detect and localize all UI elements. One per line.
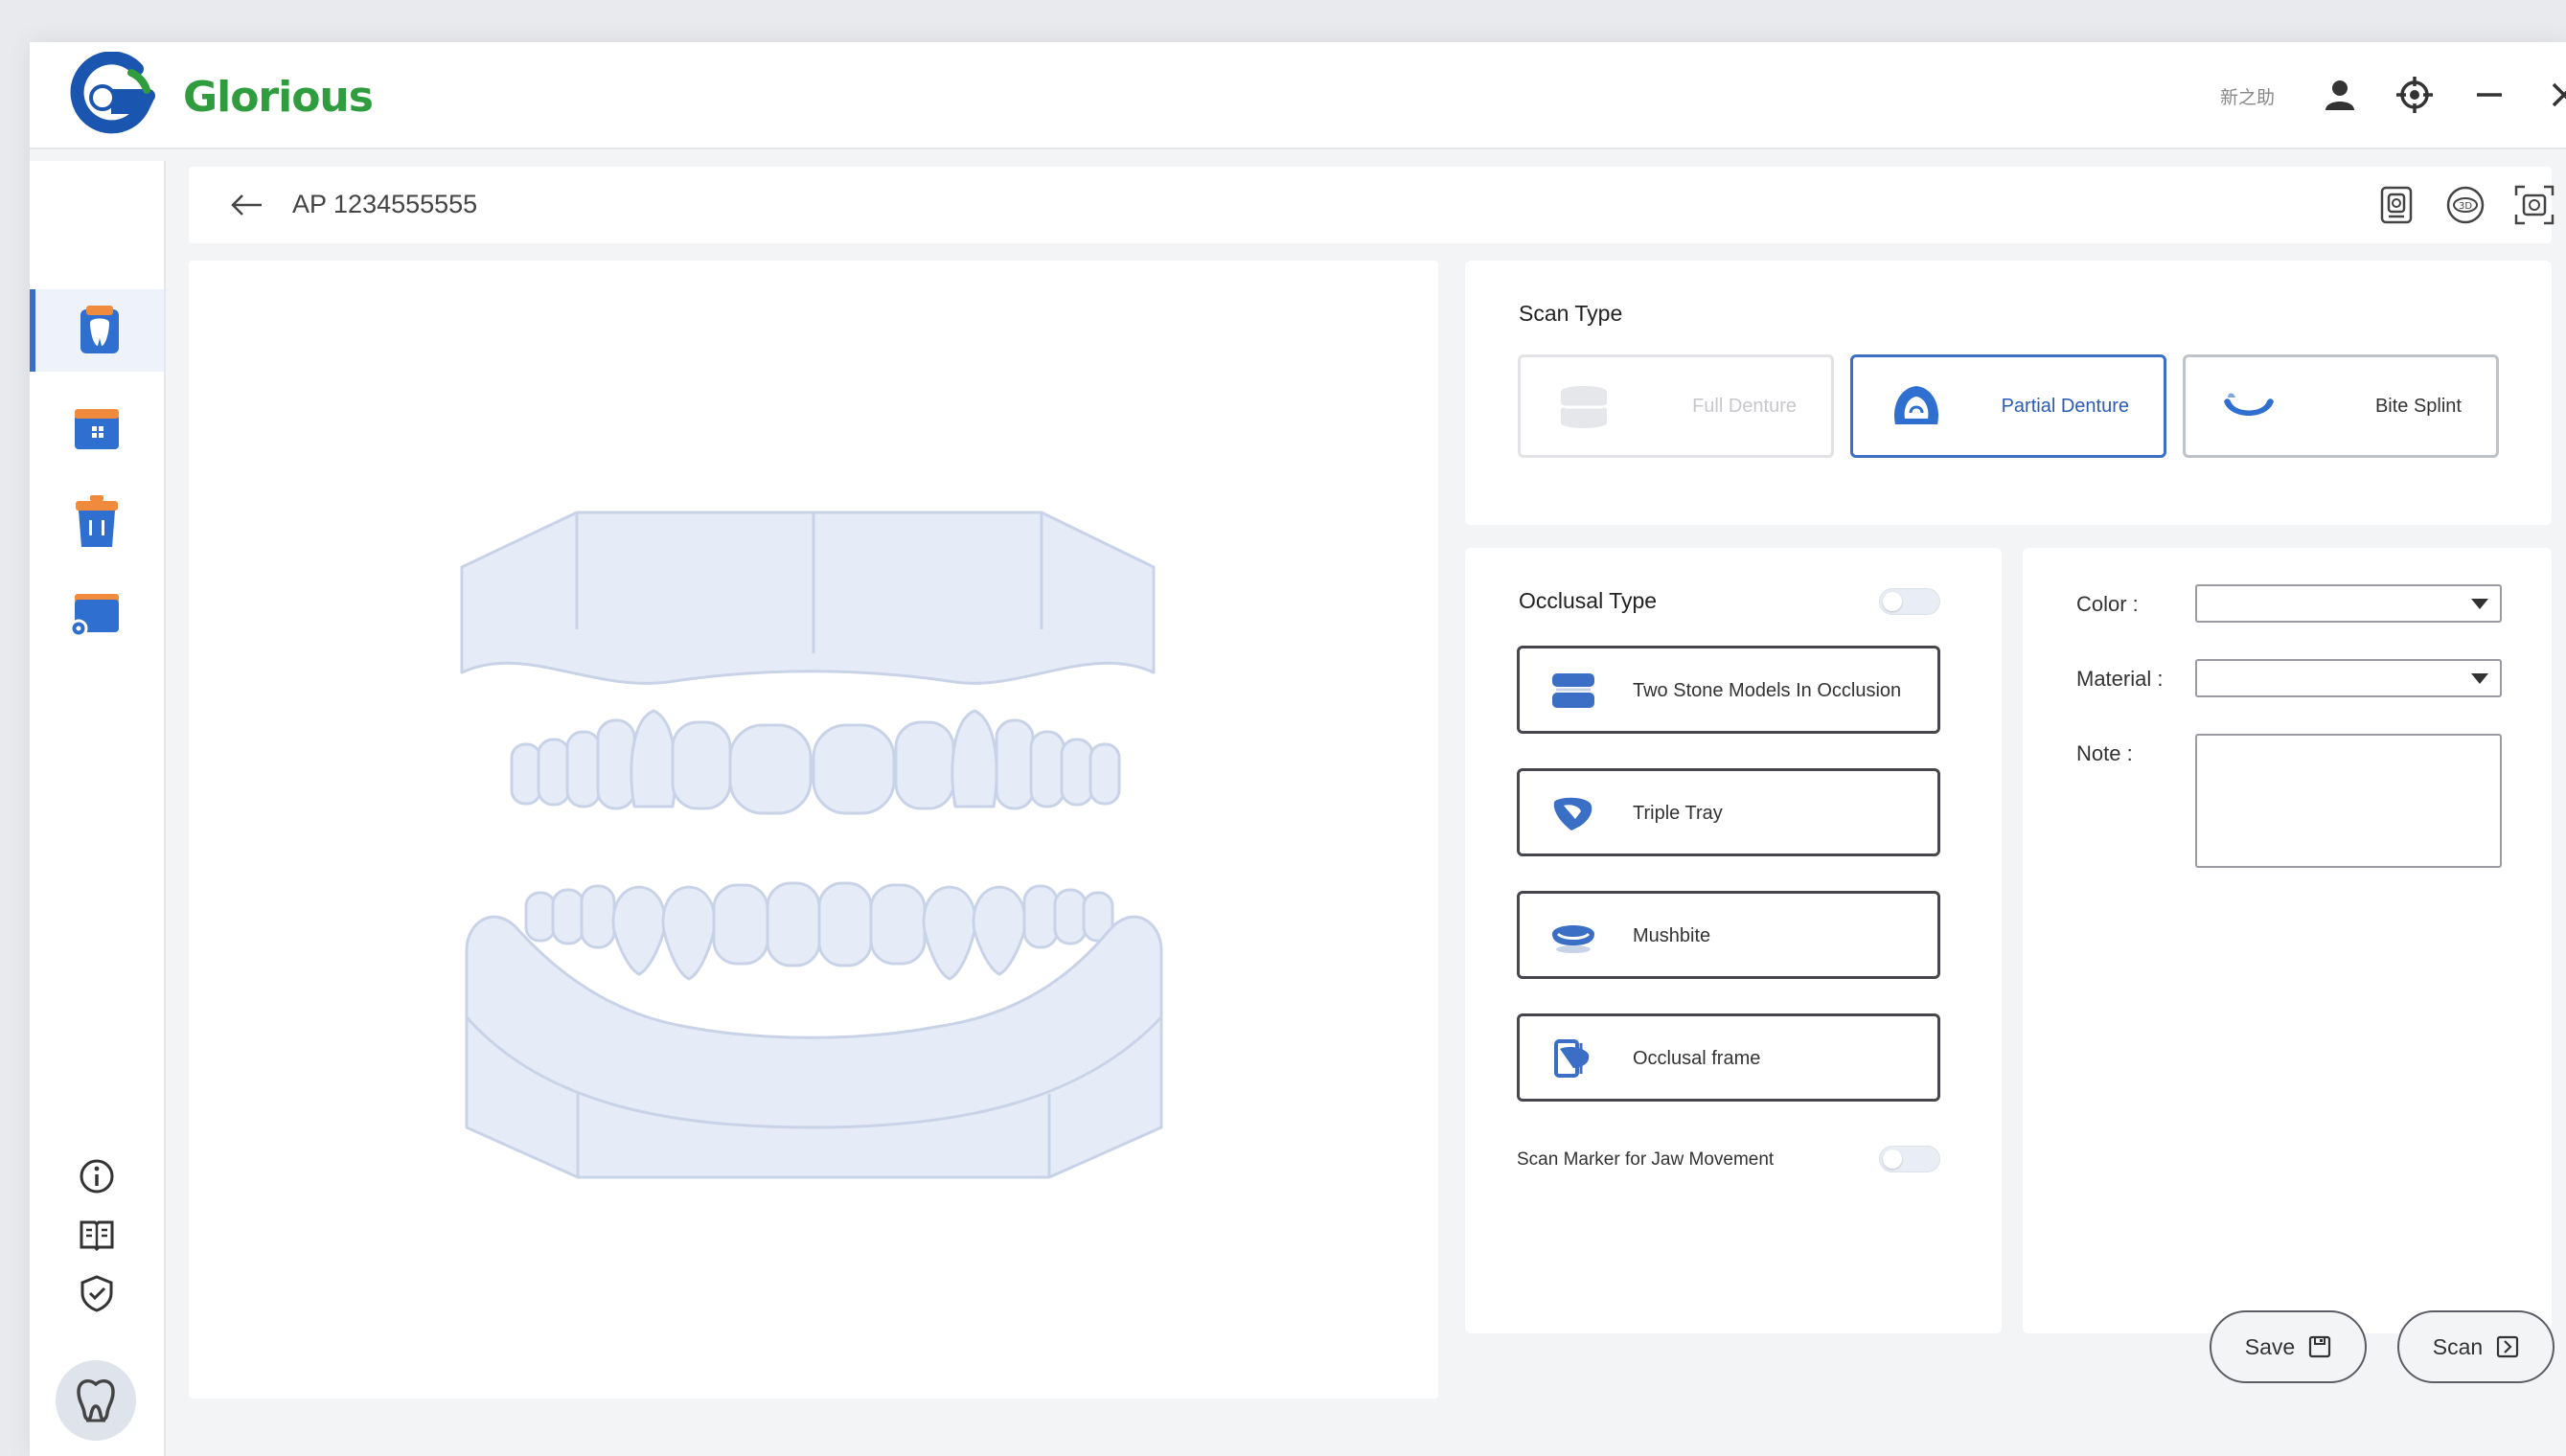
occlusal-option-label: Two Stone Models In Occlusion <box>1633 680 1902 701</box>
tooth-icon <box>77 1378 115 1422</box>
save-label: Save <box>2244 1333 2296 1359</box>
scan-type-label: Partial Denture <box>2001 396 2129 417</box>
info-button[interactable] <box>30 1151 164 1201</box>
occlusal-option-mushbite[interactable]: Mushbite <box>1517 891 1940 979</box>
scan-label: Scan <box>2432 1333 2484 1359</box>
occlusal-frame-icon <box>1554 1039 1590 1078</box>
occlusal-option-label: Triple Tray <box>1633 803 1723 824</box>
app-window: Glorious 新之助 AP 1234555555 3D Scan Type … <box>30 42 2566 1456</box>
folder-gear-icon <box>69 594 119 638</box>
full-denture-icon <box>1561 386 1607 428</box>
jaw-model-illustration <box>460 511 1163 1179</box>
sidebar-item-new-order[interactable] <box>30 289 164 372</box>
model-preview[interactable] <box>189 261 1438 1399</box>
stone-models-icon <box>1552 673 1594 708</box>
3d-view-button[interactable]: 3D <box>2442 182 2488 228</box>
close-icon[interactable] <box>2543 74 2566 116</box>
sidebar-item-settings[interactable] <box>30 573 164 655</box>
tooth-profile-button[interactable] <box>56 1360 136 1441</box>
book-icon <box>80 1220 114 1252</box>
save-button[interactable]: Save <box>2210 1310 2367 1383</box>
back-button[interactable] <box>227 186 265 229</box>
note-label: Note : <box>2076 741 2133 765</box>
occlusal-option-label: Mushbite <box>1633 925 1711 946</box>
shield-check-icon <box>80 1275 113 1312</box>
chevron-down-icon <box>2471 673 2488 684</box>
back-arrow-icon <box>231 194 262 216</box>
partial-denture-icon <box>1893 386 1939 424</box>
trash-icon <box>76 495 118 547</box>
user-icon[interactable] <box>2319 74 2361 116</box>
sidebar <box>30 161 166 1456</box>
occlusal-type-toggle[interactable] <box>1879 588 1940 615</box>
occlusal-option-label: Occlusal frame <box>1633 1048 1761 1069</box>
svg-text:3D: 3D <box>2459 201 2472 212</box>
user-name: 新之助 <box>2219 88 2275 108</box>
sidebar-item-cases[interactable] <box>30 387 164 469</box>
scan-button[interactable]: Scan <box>2397 1310 2555 1383</box>
save-icon <box>2309 1335 2331 1358</box>
material-select[interactable] <box>2195 659 2502 697</box>
occlusal-option-triple-tray[interactable]: Triple Tray <box>1517 768 1940 856</box>
security-button[interactable] <box>30 1268 164 1318</box>
scan-type-title: Scan Type <box>1519 301 1623 326</box>
scan-type-partial-denture[interactable]: Partial Denture <box>1850 354 2166 458</box>
logo-icon <box>70 51 155 134</box>
occlusal-option-occlusal-frame[interactable]: Occlusal frame <box>1517 1013 1940 1102</box>
case-id: AP 1234555555 <box>292 190 478 218</box>
note-textarea[interactable] <box>2195 734 2502 868</box>
app-logo: Glorious <box>60 51 374 138</box>
scan-icon <box>2497 1335 2519 1358</box>
capture-icon <box>2514 185 2555 225</box>
jaw-marker-label: Scan Marker for Jaw Movement <box>1517 1149 1775 1170</box>
scan-type-label: Full Denture <box>1692 396 1797 417</box>
scan-type-label: Bite Splint <box>2374 396 2462 417</box>
chevron-down-icon <box>2471 599 2488 609</box>
screenshot-button[interactable] <box>2511 182 2557 228</box>
address-bar: AP 1234555555 3D <box>189 167 2555 243</box>
color-select[interactable] <box>2195 584 2502 623</box>
sidebar-item-trash[interactable] <box>30 481 164 563</box>
scanner-icon <box>2380 186 2413 224</box>
box-icon <box>75 409 119 449</box>
jaw-marker-toggle[interactable] <box>1879 1146 1940 1172</box>
minimize-icon[interactable] <box>2468 74 2510 116</box>
mushbite-icon <box>1552 925 1594 953</box>
view-3d-icon: 3D <box>2446 186 2485 224</box>
triple-tray-icon <box>1553 797 1592 830</box>
brand-name: Glorious <box>183 73 374 122</box>
scanner-button[interactable] <box>2373 182 2419 228</box>
occlusal-option-stone-models[interactable]: Two Stone Models In Occlusion <box>1517 646 1940 734</box>
properties-panel: Color : Material : Note : <box>2023 548 2552 1333</box>
scan-type-panel: Scan Type Full Denture Partial Denture B… <box>1465 261 2552 525</box>
scan-type-full-denture[interactable]: Full Denture <box>1518 354 1834 458</box>
material-label: Material : <box>2076 667 2164 691</box>
order-icon <box>80 306 119 353</box>
info-icon <box>80 1159 114 1194</box>
scan-type-bite-splint[interactable]: Bite Splint <box>2183 354 2499 458</box>
title-bar: Glorious 新之助 <box>30 42 2566 149</box>
occlusal-type-panel: Occlusal Type Two Stone Models In Occlus… <box>1465 548 2002 1333</box>
manual-button[interactable] <box>30 1209 164 1259</box>
occlusal-type-title: Occlusal Type <box>1519 588 1658 613</box>
color-label: Color : <box>2076 592 2139 616</box>
target-icon[interactable] <box>2394 74 2436 116</box>
bite-splint-icon <box>2224 393 2274 416</box>
